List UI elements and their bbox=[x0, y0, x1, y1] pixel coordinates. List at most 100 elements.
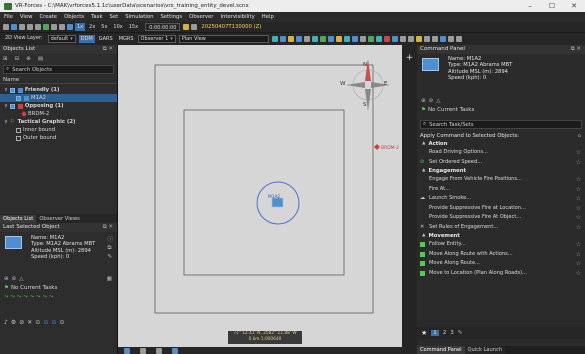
cmd-move-location[interactable]: Move to Location (Plan Along Roads)... ☆ bbox=[417, 269, 585, 279]
node-icon[interactable]: ⊚ bbox=[429, 98, 434, 104]
action-icon-4[interactable]: ⤳ bbox=[23, 294, 27, 301]
view-layer-select[interactable]: default ▾ bbox=[47, 35, 76, 43]
tool-icon-14[interactable] bbox=[375, 36, 382, 42]
edit-icon[interactable]: ✎ bbox=[458, 330, 463, 336]
speed-5x-button[interactable]: 5x bbox=[99, 23, 109, 31]
tool-icon-11[interactable] bbox=[351, 36, 358, 42]
menu-intervisibility[interactable]: Intervisibility bbox=[220, 14, 254, 20]
tab-objects-list[interactable]: Objects List bbox=[0, 215, 37, 223]
tab-command-panel[interactable]: Command Panel bbox=[417, 346, 465, 354]
observer-select[interactable]: Observer 1 ▾ bbox=[137, 35, 176, 43]
tree-item-brdm2[interactable]: BRDM-2 bbox=[0, 110, 117, 118]
tool-icon-10[interactable] bbox=[343, 36, 350, 42]
status-icon-2[interactable] bbox=[140, 347, 146, 354]
status-icon-1[interactable] bbox=[124, 347, 130, 354]
cmd-road-driving[interactable]: Road Driving Options... ☆ bbox=[417, 148, 585, 158]
tree-item-outer-bound[interactable]: Outer bound bbox=[0, 134, 117, 142]
tool-icon-23[interactable] bbox=[447, 36, 454, 42]
bottom-icon-2[interactable]: ⚙ bbox=[11, 319, 16, 326]
chevron-down-icon[interactable]: ∨ bbox=[4, 103, 8, 109]
save-icon[interactable] bbox=[19, 24, 25, 30]
name-column-header[interactable]: Name bbox=[0, 76, 117, 84]
coord-mgrs-button[interactable]: MGRS bbox=[117, 35, 136, 43]
speed-2x-button[interactable]: 2x bbox=[87, 23, 97, 31]
minimize-button[interactable]: – bbox=[519, 0, 541, 12]
tool-icon-6[interactable] bbox=[311, 36, 318, 42]
tool-icon-13[interactable] bbox=[367, 36, 374, 42]
tool-icon-7[interactable] bbox=[319, 36, 326, 42]
cmd-engage-fire-positions[interactable]: Engage From Vehicle Fire Positions... ☆ bbox=[417, 175, 585, 185]
close-button[interactable]: ✕ bbox=[563, 0, 585, 12]
favorites-star-icon[interactable]: ★ bbox=[421, 329, 427, 337]
menu-set[interactable]: Set bbox=[110, 14, 119, 20]
star-icon[interactable]: ☆ bbox=[576, 158, 581, 168]
new-scenario-icon[interactable] bbox=[3, 24, 9, 30]
tool-icon-19[interactable] bbox=[415, 36, 422, 42]
bottom-icon-1[interactable]: ♪ bbox=[4, 319, 8, 326]
action-icon-3[interactable]: ⤳ bbox=[17, 294, 21, 301]
clock-icon[interactable] bbox=[67, 24, 73, 30]
cmd-suppressive-location[interactable]: Provide Suppressive Fire at Location... ☆ bbox=[417, 204, 585, 214]
section-engagement-header[interactable]: ▲ Engagement bbox=[417, 167, 585, 175]
cmd-launch-smoke[interactable]: ☁ Launch Smoke... ☆ bbox=[417, 194, 585, 204]
bottom-icon-5[interactable]: ⊙ bbox=[35, 319, 40, 326]
menu-create[interactable]: Create bbox=[39, 14, 57, 20]
sim-date-field[interactable]: 20250407T130000 (Z) bbox=[201, 23, 261, 31]
star-icon[interactable]: ☆ bbox=[576, 213, 581, 223]
star-icon[interactable]: ☆ bbox=[576, 175, 581, 185]
panel-float-icon[interactable]: ⧉ ✕ bbox=[103, 223, 113, 232]
menu-help[interactable]: Help bbox=[262, 14, 274, 20]
copy-icon[interactable]: ⧉ bbox=[107, 245, 113, 252]
action-icon-8[interactable]: ⤳ bbox=[49, 294, 53, 301]
layer-icon[interactable]: ▤ bbox=[38, 56, 43, 62]
add-panel-icon[interactable]: + bbox=[402, 53, 417, 63]
search-objects-input[interactable]: ⌕ Search Objects bbox=[3, 65, 114, 74]
page-1-button[interactable]: 1 bbox=[431, 330, 439, 336]
step-icon[interactable] bbox=[59, 24, 65, 30]
tree-item-m1a2[interactable]: M1A2 bbox=[0, 94, 117, 102]
tool-icon-16[interactable] bbox=[391, 36, 398, 42]
home-icon[interactable]: ⌂ bbox=[578, 132, 581, 140]
panel-float-icon[interactable]: ⧉ ✕ bbox=[571, 45, 581, 54]
menu-task[interactable]: Task bbox=[91, 14, 102, 20]
menu-observer[interactable]: Observer bbox=[189, 14, 213, 20]
expand-all-icon[interactable]: ⊞ bbox=[3, 56, 8, 62]
menu-file[interactable]: File bbox=[4, 14, 13, 20]
play-icon[interactable] bbox=[43, 24, 49, 30]
tool-icon-9[interactable] bbox=[335, 36, 342, 42]
action-icon-1[interactable]: ⤳ bbox=[4, 294, 8, 301]
bottom-icon-7[interactable]: ⊙ bbox=[51, 319, 56, 326]
status-icon-4[interactable] bbox=[172, 347, 178, 354]
cmd-route-actions[interactable]: Move Along Route with Actions... ☆ bbox=[417, 250, 585, 260]
status-icon-3[interactable] bbox=[156, 347, 162, 354]
tab-quick-launch[interactable]: Quick Launch bbox=[464, 346, 506, 354]
star-icon[interactable]: ☆ bbox=[576, 148, 581, 158]
view-mode-select[interactable]: Plan View bbox=[178, 35, 269, 43]
bottom-icon-4[interactable]: ✕ bbox=[27, 319, 32, 326]
section-movement-header[interactable]: ▲ Movement bbox=[417, 232, 585, 240]
tool-icon-21[interactable] bbox=[431, 36, 438, 42]
task-icon[interactable]: ⊕ bbox=[4, 276, 9, 282]
tool-icon-22[interactable] bbox=[439, 36, 446, 42]
action-icon-5[interactable]: ⤳ bbox=[30, 294, 34, 301]
sun-icon[interactable] bbox=[183, 24, 190, 30]
search-tasks-input[interactable]: ⌕ Search Task/Sets bbox=[420, 120, 582, 129]
map-view[interactable]: N S W E BRDM-2 M1A2 71° 12.41' N, 2562° … bbox=[118, 45, 402, 354]
rewind-icon[interactable] bbox=[35, 24, 41, 30]
page-3-button[interactable]: 3 bbox=[450, 330, 454, 336]
star-icon[interactable]: ☆ bbox=[576, 204, 581, 214]
cmd-rules-of-engagement[interactable]: ✕ Set Rules of Engagement... ☆ bbox=[417, 223, 585, 233]
tree-item-opposing[interactable]: ∨ Opposing (1) bbox=[0, 102, 117, 110]
star-icon[interactable]: ☆ bbox=[576, 269, 581, 279]
task-icon[interactable]: ⊕ bbox=[421, 98, 426, 104]
tree-item-inner-bound[interactable]: Inner bound bbox=[0, 126, 117, 134]
section-action-header[interactable]: ▲ Action bbox=[417, 140, 585, 148]
maximize-button[interactable]: ☐ bbox=[541, 0, 563, 12]
tool-icon-15[interactable] bbox=[383, 36, 390, 42]
bottom-icon-3[interactable]: ⊘ bbox=[19, 319, 24, 326]
map-canvas[interactable] bbox=[118, 45, 402, 354]
bottom-icon-6[interactable]: ⊙ bbox=[43, 319, 48, 326]
close-scenario-icon[interactable] bbox=[27, 24, 33, 30]
panel-float-icon[interactable]: ⧉ ✕ bbox=[103, 45, 113, 54]
tool-icon-1[interactable] bbox=[271, 36, 278, 42]
